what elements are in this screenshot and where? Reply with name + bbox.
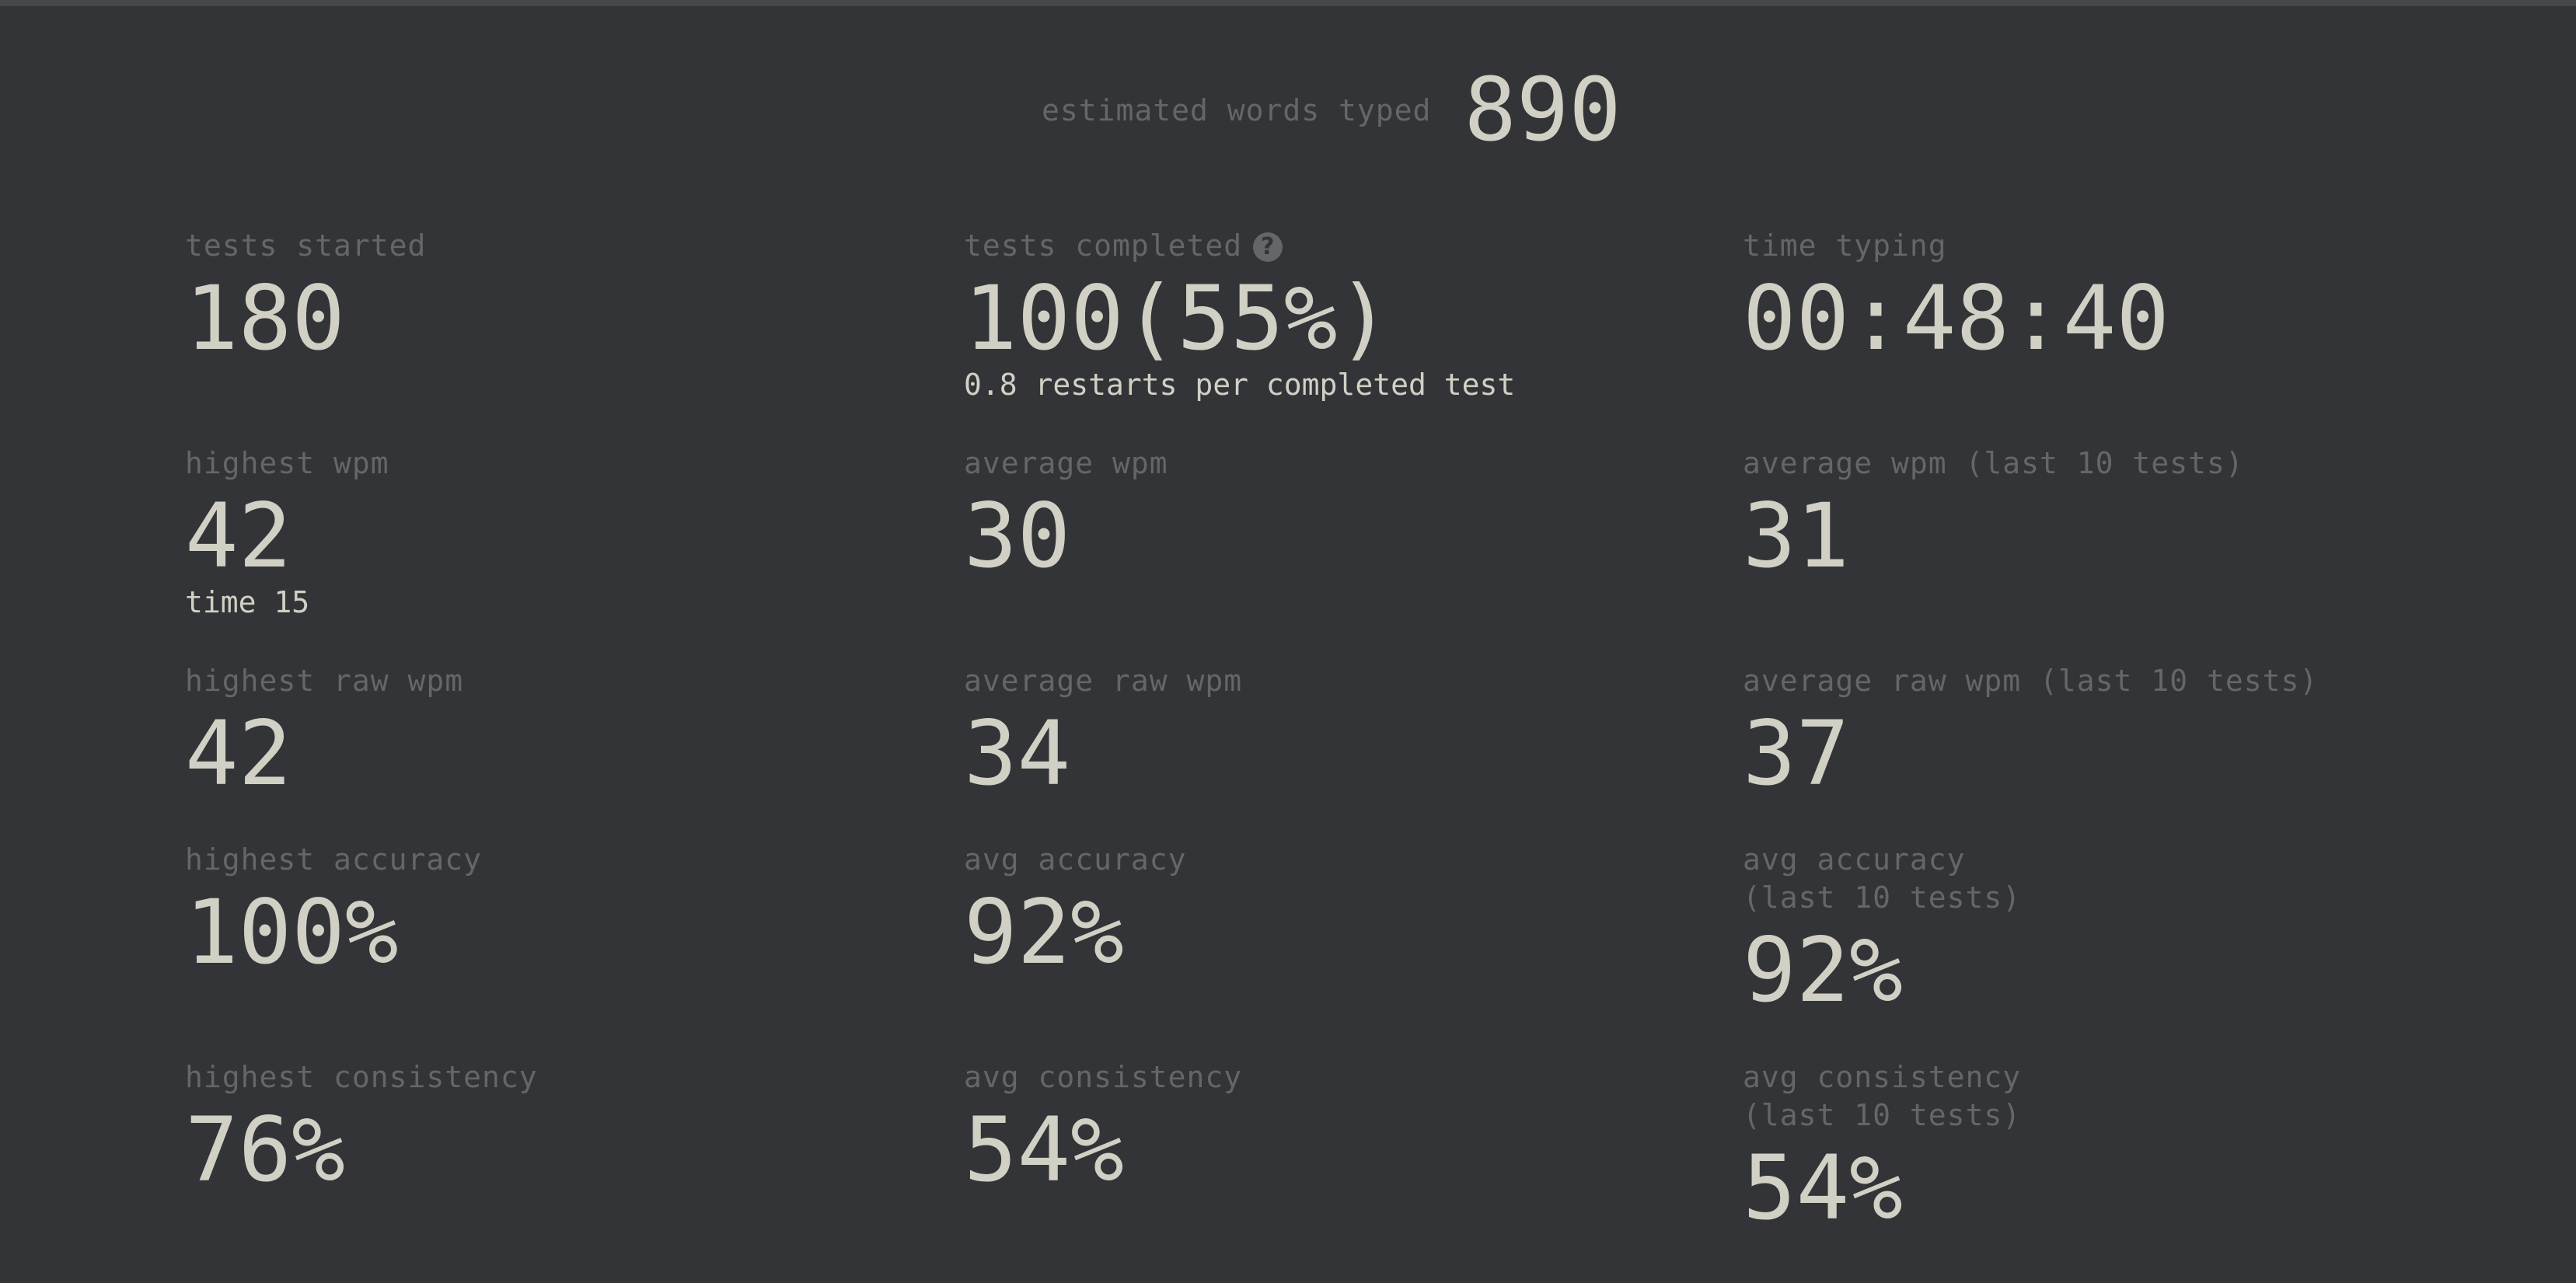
stat-highest-consistency: highest consistency 76% — [185, 1058, 538, 1194]
stat-average-raw-wpm: average raw wpm 34 — [964, 662, 1242, 798]
stat-value: 31 — [1743, 484, 1850, 587]
estimated-words-label: estimated words typed — [1042, 93, 1432, 127]
stat-value: 92% — [964, 880, 1124, 984]
stat-highest-accuracy: highest accuracy 100% — [185, 841, 482, 977]
stat-average-wpm: average wpm 30 — [964, 445, 1168, 580]
stat-tests-started: tests started 180 — [185, 227, 426, 363]
stat-average-raw-wpm-last10: average raw wpm (last 10 tests) 37 — [1743, 662, 2318, 798]
stat-value: 37 — [1743, 702, 1850, 805]
stat-title: average wpm — [964, 446, 1168, 480]
stat-title: tests started — [185, 228, 427, 263]
stat-title: highest raw wpm — [185, 664, 464, 698]
stat-avg-accuracy-last10: avg accuracy (last 10 tests) 92% — [1743, 841, 2021, 1015]
stat-title-line2: (last 10 tests) — [1743, 1098, 2022, 1132]
stat-avg-consistency: avg consistency 54% — [964, 1058, 1242, 1194]
stat-value: 42 — [185, 484, 292, 587]
estimated-words-value: 890 — [1464, 60, 1621, 161]
stat-highest-wpm: highest wpm 42 time 15 — [185, 445, 389, 619]
stat-value: 54% — [964, 1098, 1124, 1201]
stat-tests-completed: tests completed? 100(55%) 0.8 restarts p… — [964, 227, 1515, 402]
stat-title: avg consistency — [1743, 1060, 2022, 1094]
stat-sub: 0.8 restarts per completed test — [964, 368, 1516, 402]
estimated-words-typed: estimated words typed 890 — [1042, 64, 1621, 157]
stat-value: 100(55%) — [964, 267, 1391, 370]
stat-title: avg consistency — [964, 1060, 1243, 1094]
stat-value: 92% — [1743, 919, 1903, 1022]
stat-title: avg accuracy — [964, 842, 1187, 877]
stat-value: 100% — [185, 880, 399, 984]
stat-sub: time 15 — [185, 585, 310, 619]
stat-avg-accuracy: avg accuracy 92% — [964, 841, 1187, 977]
stat-title: highest consistency — [185, 1060, 538, 1094]
stat-title-line2: (last 10 tests) — [1743, 880, 2022, 915]
stat-title-text: tests completed — [964, 228, 1243, 263]
stat-title: average raw wpm (last 10 tests) — [1743, 664, 2319, 698]
stat-value: 30 — [964, 484, 1071, 587]
stat-value: 76% — [185, 1098, 345, 1201]
stat-value: 180 — [185, 267, 345, 370]
top-divider — [0, 0, 2576, 6]
stat-title: average wpm (last 10 tests) — [1743, 446, 2244, 480]
stat-avg-consistency-last10: avg consistency (last 10 tests) 54% — [1743, 1058, 2021, 1232]
stat-title: highest wpm — [185, 446, 389, 480]
stat-value: 00:48:40 — [1743, 267, 2170, 370]
stat-highest-raw-wpm: highest raw wpm 42 — [185, 662, 463, 798]
stat-average-wpm-last10: average wpm (last 10 tests) 31 — [1743, 445, 2244, 580]
stat-value: 42 — [185, 702, 292, 805]
stat-time-typing: time typing 00:48:40 — [1743, 227, 2169, 363]
stat-title: time typing — [1743, 228, 1947, 263]
stat-title: highest accuracy — [185, 842, 483, 877]
stat-value: 34 — [964, 702, 1071, 805]
help-circle-icon[interactable]: ? — [1253, 232, 1283, 262]
stat-value: 54% — [1743, 1136, 1903, 1239]
stat-title: average raw wpm — [964, 664, 1243, 698]
stat-title: tests completed? — [964, 227, 1515, 265]
stat-title: avg accuracy — [1743, 842, 1966, 877]
